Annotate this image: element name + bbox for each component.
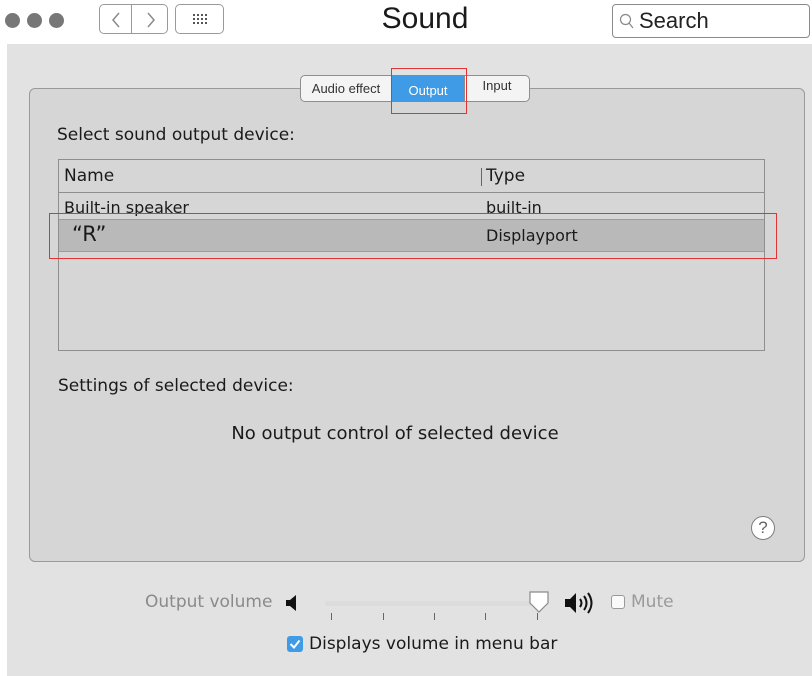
mute-label[interactable]: Mute bbox=[631, 592, 674, 612]
settings-message: No output control of selected device bbox=[231, 423, 559, 444]
table-row-selected[interactable]: “R” Displayport bbox=[59, 219, 764, 252]
help-icon: ? bbox=[758, 518, 768, 537]
title-bar: Sound bbox=[0, 0, 812, 44]
chevron-left-icon bbox=[112, 12, 120, 28]
output-device-table[interactable]: Name Type Built-in speaker built-in “R” … bbox=[58, 159, 765, 351]
slider-tick bbox=[383, 613, 384, 620]
back-button[interactable] bbox=[99, 4, 132, 34]
search-input[interactable] bbox=[639, 8, 804, 34]
settings-heading: Settings of selected device: bbox=[58, 376, 294, 396]
device-type-cell: built-in bbox=[486, 198, 542, 216]
search-field[interactable] bbox=[612, 4, 810, 38]
volume-slider-thumb[interactable] bbox=[528, 590, 550, 614]
column-divider bbox=[481, 168, 482, 186]
column-header-type[interactable]: Type bbox=[486, 160, 525, 193]
menu-bar-checkbox[interactable] bbox=[287, 636, 303, 652]
speaker-low-icon bbox=[286, 595, 296, 611]
minimize-button-icon[interactable] bbox=[27, 13, 42, 28]
output-volume-label: Output volume bbox=[145, 592, 273, 612]
slider-tick bbox=[434, 613, 435, 620]
device-type-cell: Displayport bbox=[486, 226, 578, 245]
table-row[interactable]: Built-in speaker built-in bbox=[59, 194, 764, 216]
window-title: Sound bbox=[381, 2, 469, 35]
volume-slider-track[interactable] bbox=[325, 601, 535, 606]
slider-tick bbox=[537, 613, 538, 620]
slider-tick bbox=[331, 613, 332, 620]
device-name-cell: Built-in speaker bbox=[64, 198, 189, 216]
speaker-high-icon bbox=[565, 592, 593, 614]
column-header-name[interactable]: Name bbox=[64, 160, 114, 193]
close-button-icon[interactable] bbox=[5, 13, 20, 28]
checkmark-icon bbox=[289, 639, 301, 650]
table-header-divider bbox=[59, 192, 764, 193]
mute-checkbox[interactable] bbox=[611, 595, 625, 609]
slider-tick bbox=[485, 613, 486, 620]
help-button[interactable]: ? bbox=[751, 516, 775, 540]
magnifier-icon bbox=[619, 13, 634, 29]
tab-output[interactable]: Output bbox=[391, 75, 465, 102]
forward-button[interactable] bbox=[131, 4, 168, 34]
show-all-button[interactable] bbox=[175, 4, 224, 34]
tab-input[interactable]: Input bbox=[464, 75, 530, 102]
menu-bar-checkbox-label[interactable]: Displays volume in menu bar bbox=[309, 634, 557, 654]
chevron-right-icon bbox=[147, 12, 155, 28]
zoom-button-icon[interactable] bbox=[49, 13, 64, 28]
grid-icon bbox=[193, 14, 207, 24]
output-device-heading: Select sound output device: bbox=[57, 125, 295, 145]
device-name-cell: “R” bbox=[72, 222, 107, 246]
tab-audio-effect[interactable]: Audio effect bbox=[300, 75, 392, 102]
